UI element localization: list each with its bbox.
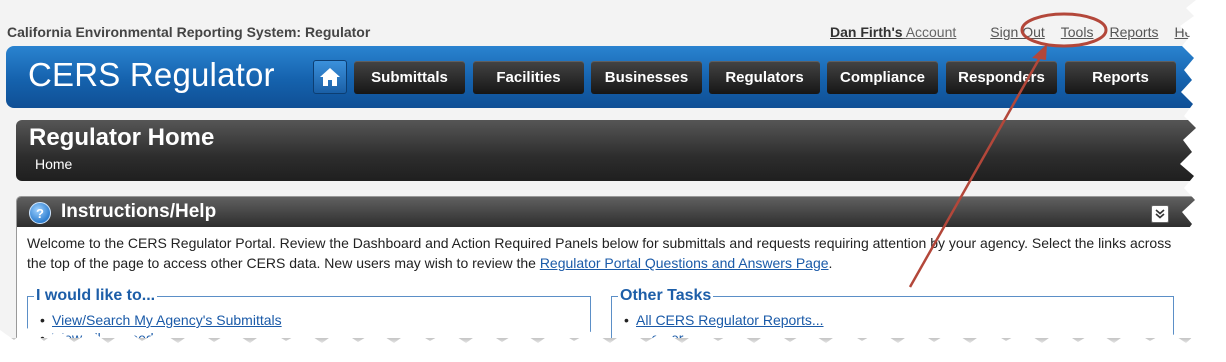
panel-title: Instructions/Help: [61, 201, 217, 222]
i-would-like-legend: I would like to...: [36, 287, 156, 304]
instructions-panel: ? Instructions/Help Welcome to the CERS …: [16, 196, 1196, 338]
home-icon: [320, 68, 340, 86]
i-would-like-box: I would like to... View/Search My Agency…: [27, 287, 591, 338]
other-tasks-box: Other Tasks All CERS Regulator Reports..…: [611, 287, 1174, 338]
nav-regulators[interactable]: Regulators: [709, 61, 820, 94]
page-title-bar: Regulator Home Home: [16, 120, 1196, 181]
nav-facilities[interactable]: Facilities: [473, 61, 584, 94]
collapse-icon[interactable]: [1151, 205, 1169, 223]
nav-reports[interactable]: Reports: [1065, 61, 1176, 94]
list-item[interactable]: ... other ...: [624, 329, 1173, 338]
qa-page-link[interactable]: Regulator Portal Questions and Answers P…: [540, 255, 829, 271]
nav-compliance[interactable]: Compliance: [827, 61, 938, 94]
browser-page: California Environmental Reporting Syste…: [0, 0, 1197, 338]
tools-link[interactable]: Tools: [1061, 24, 1094, 40]
sign-out-link[interactable]: Sign Out: [990, 24, 1044, 40]
panel-header[interactable]: ? Instructions/Help: [17, 197, 1196, 227]
nav-submittals[interactable]: Submittals: [354, 61, 465, 94]
other-tasks-legend: Other Tasks: [620, 287, 712, 304]
account-word: Account: [905, 24, 957, 40]
help-link[interactable]: Help: [1174, 24, 1196, 40]
breadcrumb[interactable]: Home: [35, 156, 72, 172]
system-title: California Environmental Reporting Syste…: [7, 24, 371, 40]
brand-logo[interactable]: CERS Regulator: [28, 56, 275, 94]
home-button[interactable]: [313, 60, 347, 94]
list-item[interactable]: View All ... Needs ...: [40, 329, 590, 338]
intro-text: Welcome to the CERS Regulator Portal. Re…: [27, 235, 1172, 271]
nav-responders[interactable]: Responders: [946, 61, 1057, 94]
account-name: Dan Firth's: [830, 24, 903, 40]
account-link[interactable]: Dan Firth's Account: [830, 24, 972, 40]
top-links: Dan Firth's Account Sign Out Tools Reports H…: [830, 24, 1196, 40]
help-icon: ?: [29, 202, 51, 224]
reports-link[interactable]: Reports: [1109, 24, 1158, 40]
site-header: CERS Regulator Submittals Facilities Bus…: [6, 46, 1196, 108]
list-item[interactable]: View/Search My Agency's Submittals: [40, 311, 590, 329]
nav-businesses[interactable]: Businesses: [591, 61, 702, 94]
list-item[interactable]: All CERS Regulator Reports...: [624, 311, 1173, 329]
page-title: Regulator Home: [29, 124, 215, 151]
